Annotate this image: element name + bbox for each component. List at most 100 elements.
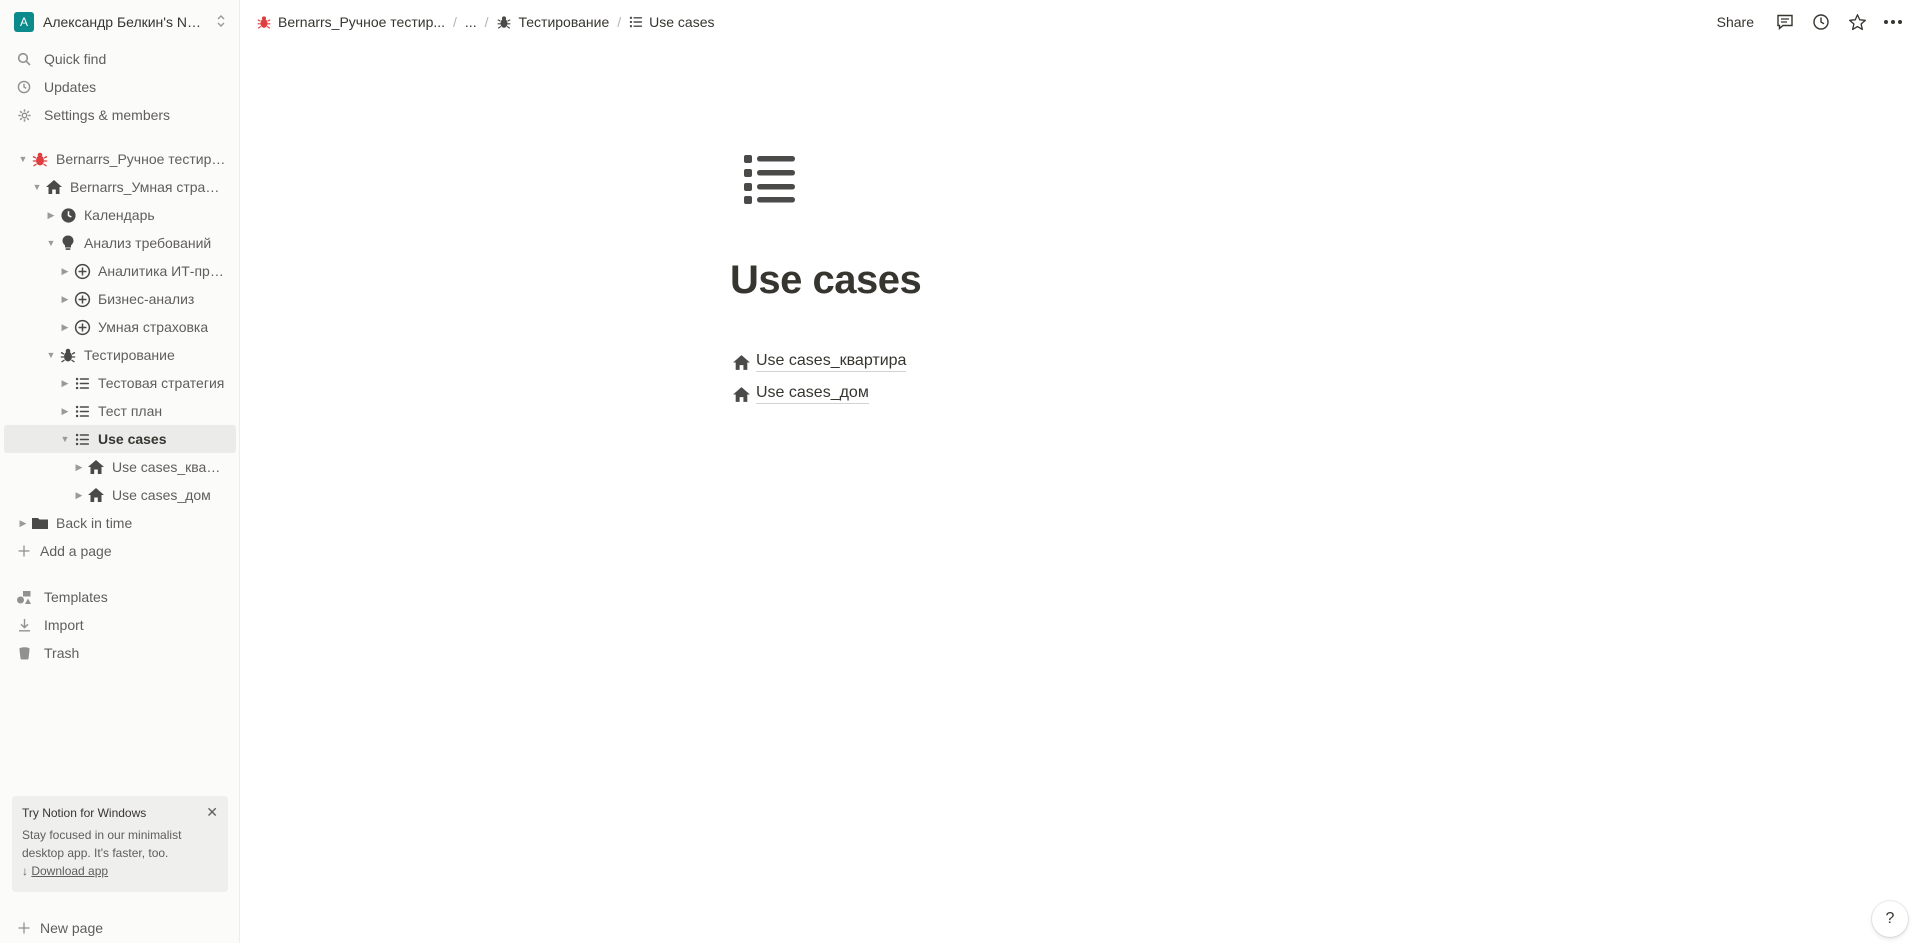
breadcrumb-separator: /: [617, 14, 622, 30]
house-icon: [730, 383, 752, 405]
settings-label: Settings & members: [44, 107, 171, 123]
caret-down-icon[interactable]: ▼: [16, 152, 30, 166]
close-icon[interactable]: ✕: [206, 804, 218, 821]
bug-icon: [58, 345, 78, 365]
updates-item[interactable]: Updates: [4, 73, 236, 101]
sidebar-item-calendar[interactable]: ▶ Календарь: [4, 201, 236, 229]
settings-item[interactable]: Settings & members: [4, 101, 236, 129]
quick-find-label: Quick find: [44, 51, 107, 67]
sidebar-item-label: Тест план: [98, 403, 163, 419]
breadcrumb-separator: /: [453, 14, 457, 30]
child-page-label: Use cases_дом: [756, 384, 869, 404]
plus-icon: [14, 541, 34, 561]
trash-icon: [14, 643, 34, 663]
import-label: Import: [44, 617, 84, 633]
templates-item[interactable]: Templates: [4, 583, 236, 611]
breadcrumb-parent[interactable]: Тестирование: [492, 14, 613, 30]
workspace-avatar: A: [14, 12, 34, 32]
breadcrumb-root[interactable]: Bernarrs_Ручное тестир...: [252, 14, 449, 30]
add-page-label: Add a page: [40, 543, 112, 559]
sidebar-item-use-cases-apartment[interactable]: ▶ Use cases_кварт...: [4, 453, 236, 481]
templates-label: Templates: [44, 589, 108, 605]
breadcrumb-label: Use cases: [649, 14, 715, 30]
circle-plus-icon: [72, 289, 92, 309]
history-icon[interactable]: [1810, 11, 1832, 33]
download-app-label: Download app: [31, 864, 109, 878]
caret-right-icon[interactable]: ▶: [58, 292, 72, 306]
sidebar-item-label: Bernarrs_Ручное тестиро...: [56, 151, 226, 167]
share-button[interactable]: Share: [1711, 10, 1760, 34]
bug-icon: [30, 149, 50, 169]
new-page-label: New page: [40, 920, 104, 936]
bug-icon: [496, 14, 512, 30]
caret-right-icon[interactable]: ▶: [72, 460, 86, 474]
caret-right-icon[interactable]: ▶: [44, 208, 58, 222]
sidebar-item-smart-insurance[interactable]: ▶ Умная страховка: [4, 313, 236, 341]
list-icon: [72, 401, 92, 421]
sidebar-item-back-in-time[interactable]: ▶ Back in time: [4, 509, 236, 537]
sidebar-item-bernarrs-smart[interactable]: ▼ Bernarrs_Умная страхо...: [4, 173, 236, 201]
breadcrumb-separator: /: [484, 14, 489, 30]
caret-down-icon[interactable]: ▼: [44, 236, 58, 250]
child-page-link-apartment[interactable]: Use cases_квартира: [730, 351, 907, 373]
sidebar-item-use-cases[interactable]: ▼ Use cases: [4, 425, 236, 453]
quick-find-item[interactable]: Quick find: [4, 45, 236, 73]
sidebar-item-testing[interactable]: ▼ Тестирование: [4, 341, 236, 369]
sidebar-item-label: Умная страховка: [98, 319, 209, 335]
sidebar-item-bernarrs-manual[interactable]: ▼ Bernarrs_Ручное тестиро...: [4, 145, 236, 173]
star-icon[interactable]: [1846, 11, 1868, 33]
sidebar-item-test-plan[interactable]: ▶ Тест план: [4, 397, 236, 425]
arrow-down-icon: ↓: [22, 864, 28, 878]
clock-icon: [58, 205, 78, 225]
sidebar: A Александр Белкин's Not... Quick find U…: [0, 0, 240, 943]
help-button[interactable]: ?: [1872, 901, 1908, 937]
caret-right-icon[interactable]: ▶: [58, 404, 72, 418]
caret-right-icon[interactable]: ▶: [58, 320, 72, 334]
add-page-item[interactable]: Add a page: [4, 537, 236, 565]
sidebar-item-label: Анализ требований: [84, 235, 212, 251]
breadcrumb-current[interactable]: Use cases: [625, 14, 718, 30]
caret-down-icon[interactable]: ▼: [44, 348, 58, 362]
sidebar-item-label: Use cases_кварт...: [112, 459, 227, 475]
sidebar-item-use-cases-house[interactable]: ▶ Use cases_дом: [4, 481, 236, 509]
caret-right-icon[interactable]: ▶: [72, 488, 86, 502]
workspace-name: Александр Белкин's Not...: [43, 14, 208, 30]
caret-down-icon[interactable]: ▼: [58, 432, 72, 446]
list-icon: [72, 429, 92, 449]
templates-icon: [14, 587, 34, 607]
gear-icon: [14, 105, 34, 125]
sidebar-item-requirements[interactable]: ▼ Анализ требований: [4, 229, 236, 257]
new-page-item[interactable]: New page: [4, 914, 236, 942]
house-icon: [86, 485, 106, 505]
import-item[interactable]: Import: [4, 611, 236, 639]
more-icon[interactable]: [1882, 11, 1904, 33]
circle-plus-icon: [72, 261, 92, 281]
workspace-switcher[interactable]: A Александр Белкин's Not...: [6, 8, 234, 36]
sidebar-item-label: Бизнес-анализ: [98, 291, 195, 307]
trash-item[interactable]: Trash: [4, 639, 236, 667]
search-icon: [14, 49, 34, 69]
list-icon: [72, 373, 92, 393]
sidebar-item-label: Аналитика ИТ-про...: [98, 263, 228, 279]
caret-down-icon[interactable]: ▼: [30, 180, 44, 194]
house-icon: [730, 351, 752, 373]
plus-icon: [14, 918, 34, 938]
sidebar-item-test-strategy[interactable]: ▶ Тестовая стратегия: [4, 369, 236, 397]
topbar: Bernarrs_Ручное тестир... / ... / Тестир…: [240, 0, 1920, 44]
caret-right-icon[interactable]: ▶: [16, 516, 30, 530]
sidebar-item-label: Use cases: [98, 431, 167, 447]
child-page-link-house[interactable]: Use cases_дом: [730, 383, 869, 405]
page-title[interactable]: Use cases: [730, 258, 922, 303]
breadcrumb-label: Bernarrs_Ручное тестир...: [278, 14, 446, 30]
breadcrumb-label: Тестирование: [518, 14, 610, 30]
caret-right-icon[interactable]: ▶: [58, 376, 72, 390]
promo-text: Stay focused in our minimalist desktop a…: [22, 828, 182, 860]
house-icon: [86, 457, 106, 477]
comment-icon[interactable]: [1774, 11, 1796, 33]
caret-right-icon[interactable]: ▶: [58, 264, 72, 278]
sidebar-item-business-analysis[interactable]: ▶ Бизнес-анализ: [4, 285, 236, 313]
sidebar-item-it-analytics[interactable]: ▶ Аналитика ИТ-про...: [4, 257, 236, 285]
download-app-link[interactable]: ↓ Download app: [22, 862, 218, 880]
list-icon[interactable]: [742, 150, 798, 206]
breadcrumb-ellipsis[interactable]: ...: [461, 14, 481, 30]
